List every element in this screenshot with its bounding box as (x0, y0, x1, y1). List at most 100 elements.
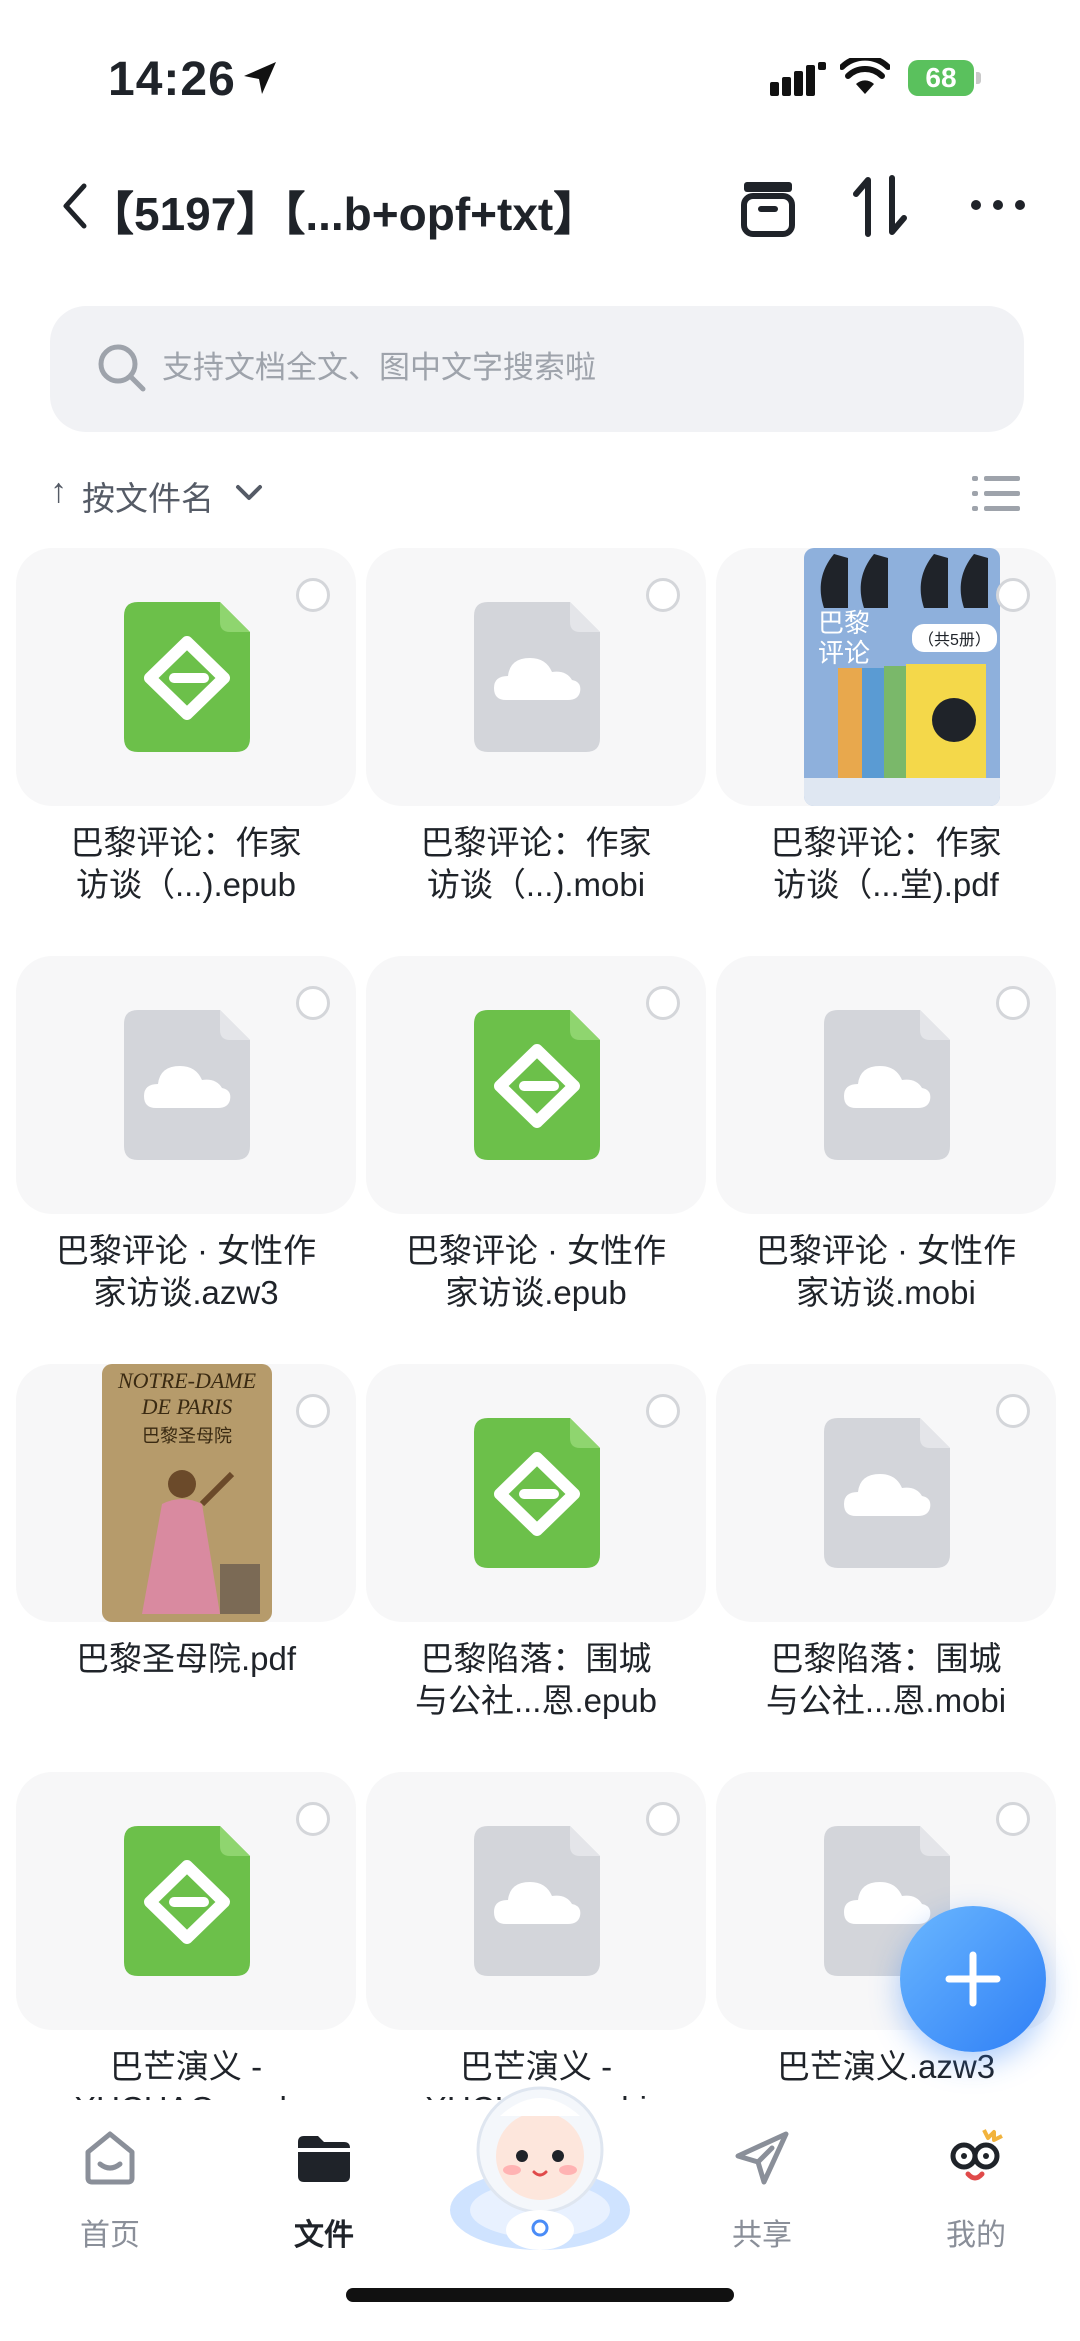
file-name-line1: 巴黎评论：作家 (70, 824, 302, 861)
nav-bar: 【5197】【...b+opf+txt】 (0, 150, 1080, 270)
file-tile[interactable] (16, 956, 356, 1214)
file-item[interactable]: 巴黎评论 · 女性作 家访谈.mobi (716, 948, 1066, 1348)
file-name-line1: 巴黎评论 · 女性作 (55, 1232, 317, 1269)
chevron-down-icon[interactable] (234, 482, 264, 504)
file-item[interactable]: 巴黎 评论 （共5册） 巴黎评论：作家 访谈（...堂).pdf (716, 540, 1066, 940)
file-item[interactable]: 巴黎评论 · 女性作 家访谈.epub (366, 948, 716, 1348)
cloud-file-icon (124, 1010, 250, 1160)
cloud-file-icon (824, 1010, 950, 1160)
cover-figure-art (142, 1470, 260, 1614)
sort-order-icon[interactable] (852, 174, 908, 238)
file-tile[interactable] (366, 1772, 706, 2030)
select-checkbox[interactable] (296, 986, 330, 1020)
signal-icon (770, 62, 826, 96)
select-checkbox[interactable] (996, 1802, 1030, 1836)
select-checkbox[interactable] (996, 1394, 1030, 1428)
battery-indicator: 68 (908, 60, 982, 96)
file-name: 巴黎评论 · 女性作 家访谈.azw3 (11, 1230, 361, 1314)
select-checkbox[interactable] (296, 1802, 330, 1836)
tab-share[interactable]: 共享 (662, 2126, 862, 2266)
file-grid: 巴黎评论：作家 访谈（...).epub 巴黎评论：作家 访谈（...).mobi 巴黎… (0, 540, 1080, 2100)
status-time: 14:26 (108, 53, 236, 106)
select-checkbox[interactable] (996, 986, 1030, 1020)
home-indicator (346, 2288, 734, 2302)
file-tile[interactable] (716, 956, 1056, 1214)
cover-volume-note: （共5册） (912, 624, 997, 652)
file-name-line1: 巴黎陷落：围城 (420, 1640, 652, 1677)
select-checkbox[interactable] (646, 1394, 680, 1428)
file-name: 巴黎评论 · 女性作 家访谈.mobi (711, 1230, 1061, 1314)
file-name-line1: 巴芒演义.azw3 (776, 2048, 996, 2085)
file-name-line2: 访谈（...).epub (75, 866, 297, 903)
file-tile[interactable] (366, 1364, 706, 1622)
file-name-line2: 与公社...恩.mobi (765, 1682, 1007, 1719)
page-title: 【5197】【...b+opf+txt】 (88, 188, 600, 240)
select-checkbox[interactable] (646, 578, 680, 612)
file-tile[interactable] (16, 548, 356, 806)
file-tile[interactable] (16, 1772, 356, 2030)
file-tile[interactable] (366, 548, 706, 806)
file-item[interactable]: 巴黎陷落：围城 与公社...恩.mobi (716, 1356, 1066, 1756)
tab-profile[interactable]: 我的 (876, 2126, 1076, 2266)
sort-by-filename-button[interactable]: 按文件名 (82, 472, 214, 520)
file-tile[interactable] (366, 956, 706, 1214)
select-checkbox[interactable] (996, 578, 1030, 612)
file-name-line1: 巴黎圣母院.pdf (75, 1640, 297, 1677)
search-input[interactable] (162, 336, 962, 400)
file-name-line1: 巴黎评论 · 女性作 (405, 1232, 667, 1269)
file-item[interactable]: 巴黎评论：作家 访谈（...).mobi (366, 540, 716, 940)
file-name: 巴黎评论：作家 访谈（...).epub (11, 822, 361, 906)
epub-file-icon (124, 602, 250, 752)
book-cover-thumbnail: 巴黎 评论 （共5册） (804, 548, 1000, 806)
file-name: 巴黎评论：作家 访谈（...堂).pdf (711, 822, 1061, 906)
file-tile[interactable] (716, 1364, 1056, 1622)
select-checkbox[interactable] (646, 1802, 680, 1836)
file-name-line2: 家访谈.azw3 (93, 1274, 279, 1311)
file-item[interactable]: NOTRE-DAME DE PARIS 巴黎圣母院巴黎圣母院.pdf (16, 1356, 366, 1756)
more-icon[interactable] (968, 190, 1028, 220)
tab-mascot[interactable] (440, 2086, 640, 2250)
file-name-line2: 访谈（...).mobi (426, 866, 646, 903)
file-name: 巴芒演义 - XUCHAO.epub (11, 2046, 361, 2100)
location-arrow-icon (244, 62, 276, 94)
tab-files[interactable]: 文件 (224, 2126, 424, 2266)
file-item[interactable]: 巴黎陷落：围城 与公社...恩.epub (366, 1356, 716, 1756)
battery-cap (976, 72, 981, 84)
select-checkbox[interactable] (296, 578, 330, 612)
epub-file-icon (474, 1010, 600, 1160)
sort-row: ↑ 按文件名 (0, 462, 1080, 526)
epub-file-icon (474, 1418, 600, 1568)
file-item[interactable]: 巴黎评论：作家 访谈（...).epub (16, 540, 366, 940)
tab-share-label: 共享 (732, 2219, 792, 2252)
file-name: 巴黎陷落：围城 与公社...恩.mobi (711, 1638, 1061, 1722)
plus-icon (945, 1951, 1001, 2007)
file-name-line1: 巴芒演义 - (109, 2048, 263, 2085)
select-checkbox[interactable] (296, 1394, 330, 1428)
cover-title-line2: 评论 (818, 638, 871, 668)
file-tile[interactable]: NOTRE-DAME DE PARIS 巴黎圣母院 (16, 1364, 356, 1622)
add-button[interactable] (900, 1906, 1046, 2052)
cloud-file-icon (474, 602, 600, 752)
search-bar[interactable] (50, 306, 1024, 432)
file-name-line1: 巴黎评论：作家 (420, 824, 652, 861)
book-cover-art (804, 554, 1000, 806)
select-checkbox[interactable] (646, 986, 680, 1020)
tab-profile-label: 我的 (946, 2219, 1006, 2252)
file-name-line2: 家访谈.epub (445, 1274, 627, 1311)
status-bar: 14:26 68 (0, 0, 1080, 150)
file-name: 巴黎陷落：围城 与公社...恩.epub (361, 1638, 711, 1722)
tab-home[interactable]: 首页 (10, 2126, 210, 2266)
sort-direction-arrow[interactable]: ↑ (50, 472, 67, 511)
file-name: 巴黎圣母院.pdf (11, 1638, 361, 1680)
file-item[interactable]: 巴芒演义 -XUCHAO.mobi (366, 1764, 716, 2100)
file-item[interactable]: 巴芒演义 -XUCHAO.epub (16, 1764, 366, 2100)
folder-icon (298, 2136, 350, 2182)
book-cover-thumbnail: NOTRE-DAME DE PARIS 巴黎圣母院 (102, 1364, 272, 1622)
file-name-line1: 巴黎评论 · 女性作 (755, 1232, 1017, 1269)
file-tile[interactable]: 巴黎 评论 （共5册） (716, 548, 1056, 806)
search-icon (98, 344, 146, 392)
file-item[interactable]: 巴黎评论 · 女性作 家访谈.azw3 (16, 948, 366, 1348)
archive-icon[interactable] (738, 178, 798, 238)
list-view-icon[interactable] (972, 472, 1020, 516)
file-name: 巴芒演义.azw3 (711, 2046, 1061, 2088)
